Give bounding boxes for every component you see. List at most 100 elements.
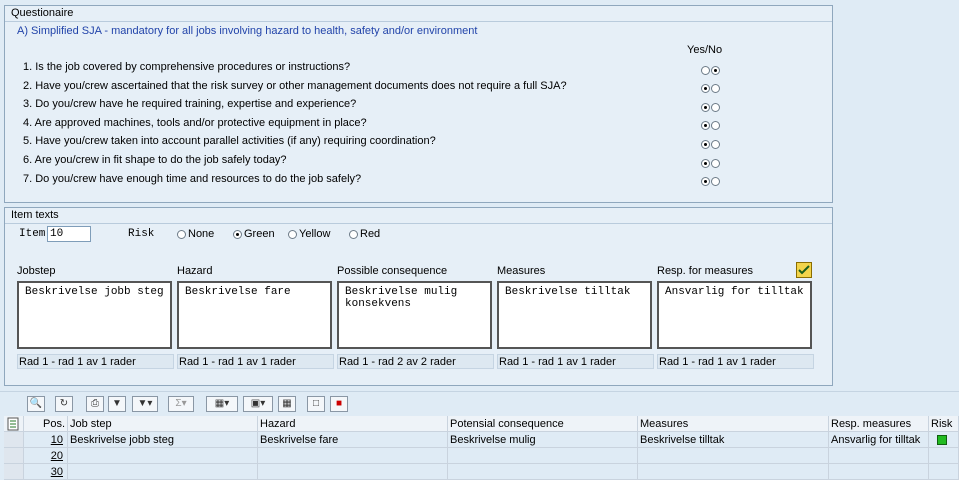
item-texts-title: Item texts [5,208,832,224]
text-editor[interactable]: Beskrivelse tilltak [497,281,652,349]
text-editor[interactable]: Beskrivelse fare [177,281,332,349]
risk-radio[interactable] [349,229,358,239]
item-texts-panel: Item texts Item 10 Risk None Green Yellow R… [4,207,833,386]
table-row[interactable]: 30 [4,464,959,480]
sum-icon[interactable]: Σ▾ [168,396,194,412]
question-row: 5. Have you/crew taken into account para… [23,133,823,149]
yes-no-radios [701,99,721,115]
grid-icon[interactable]: ▦ [278,396,296,412]
risk-label: Risk [128,228,155,240]
risk-option-label: None [188,228,215,240]
text-column-header: Possible consequence [337,265,448,277]
pos-link[interactable]: 10 [51,434,63,446]
risk-option-yellow[interactable]: Yellow [288,228,330,240]
cell-hazard [258,448,448,464]
col-consequence[interactable]: Potensial consequence [448,416,638,432]
refresh-icon[interactable]: ↻ [55,396,73,412]
cell-consequence [448,448,638,464]
questionaire-title: Questionaire [5,6,832,22]
no-radio[interactable] [711,102,720,112]
details-icon[interactable]: 🔍 [27,396,45,412]
table-row[interactable]: 10 Beskrivelse jobb steg Beskrivelse fare B… [4,432,959,448]
section-heading: A) Simplified SJA - mandatory for all jo… [17,25,478,37]
yes-no-header: Yes/No [687,44,723,56]
question-row: 3. Do you/crew have he required training… [23,96,823,112]
col-pos[interactable]: Pos. [24,416,68,432]
cell-measures [638,448,829,464]
export-icon[interactable]: ▦▾ [206,396,238,412]
check-icon[interactable] [796,262,812,278]
table-row[interactable]: 20 [4,448,959,464]
yes-radio[interactable] [701,139,710,149]
yes-no-radios [701,118,721,134]
grid-toolbar: 🔍 ↻ ⎙ ▼ ▼▾ Σ▾ ▦▾ ▣▾ ▦ □ ■ [0,391,959,417]
yes-no-radios [701,155,721,171]
risk-option-label: Green [244,228,275,240]
risk-radio[interactable] [233,229,242,239]
delete-icon[interactable]: ■ [330,396,348,412]
item-input[interactable]: 10 [47,226,91,242]
no-radio[interactable] [711,139,720,149]
row-selector[interactable] [4,464,24,480]
yes-no-radios [701,81,721,97]
col-measures[interactable]: Measures [638,416,829,432]
question-row: 7. Do you/crew have enough time and reso… [23,171,823,187]
cell-risk [929,464,959,480]
cell-resp [829,464,929,480]
row-selector[interactable] [4,432,24,448]
item-label: Item [19,228,46,240]
yes-radio[interactable] [701,65,710,75]
text-editor[interactable]: Beskrivelse jobb steg [17,281,172,349]
no-radio[interactable] [711,177,720,187]
pos-link[interactable]: 30 [51,466,63,478]
text-column-header: Hazard [177,265,213,277]
col-hazard[interactable]: Hazard [258,416,448,432]
cell-risk [929,432,959,448]
risk-option-none[interactable]: None [177,228,214,240]
cell-resp: Ansvarlig for tilltak [829,432,929,448]
risk-option-green[interactable]: Green [233,228,275,240]
set-filter-icon[interactable]: ▼▾ [132,396,158,412]
text-editor-status: Rad 1 - rad 1 av 1 rader [657,354,814,369]
yes-no-radios [701,62,721,78]
risk-option-label: Red [360,228,381,240]
question-text: 5. Have you/crew taken into account para… [23,135,436,148]
text-editor[interactable]: Beskrivelse mulig konsekvens [337,281,492,349]
print-icon[interactable]: ⎙ [86,396,104,412]
yes-radio[interactable] [701,158,710,168]
cell-consequence: Beskrivelse mulig [448,432,638,448]
pos-link[interactable]: 20 [51,450,63,462]
question-text: 3. Do you/crew have he required training… [23,98,357,111]
yes-radio[interactable] [701,102,710,112]
risk-radio[interactable] [177,229,186,239]
row-selector[interactable] [4,448,24,464]
risk-option-red[interactable]: Red [349,228,380,240]
yes-radio[interactable] [701,177,710,187]
question-row: 4. Are approved machines, tools and/or p… [23,115,823,131]
no-radio[interactable] [711,121,720,131]
filter-icon[interactable]: ▼ [108,396,126,412]
risk-radio[interactable] [288,229,297,239]
cell-job-step [68,448,258,464]
text-editor[interactable]: Ansvarlig for tilltak [657,281,812,349]
yes-no-radios [701,136,721,152]
text-column-header: Jobstep [17,265,56,277]
layout-icon[interactable]: ▣▾ [243,396,273,412]
no-radio[interactable] [711,84,720,94]
col-resp[interactable]: Resp. measures [829,416,929,432]
question-text: 7. Do you/crew have enough time and reso… [23,172,362,185]
col-job-step[interactable]: Job step [68,416,258,432]
no-radio[interactable] [711,158,720,168]
cell-measures: Beskrivelse tilltak [638,432,829,448]
cell-consequence [448,464,638,480]
cell-hazard [258,464,448,480]
question-text: 1. Is the job covered by comprehensive p… [23,61,351,73]
yes-radio[interactable] [701,121,710,131]
no-radio[interactable] [711,65,720,75]
cell-risk [929,448,959,464]
cell-measures [638,464,829,480]
select-all-icon[interactable] [4,416,24,432]
yes-radio[interactable] [701,84,710,94]
new-doc-icon[interactable]: □ [307,396,325,412]
col-risk[interactable]: Risk [929,416,959,432]
